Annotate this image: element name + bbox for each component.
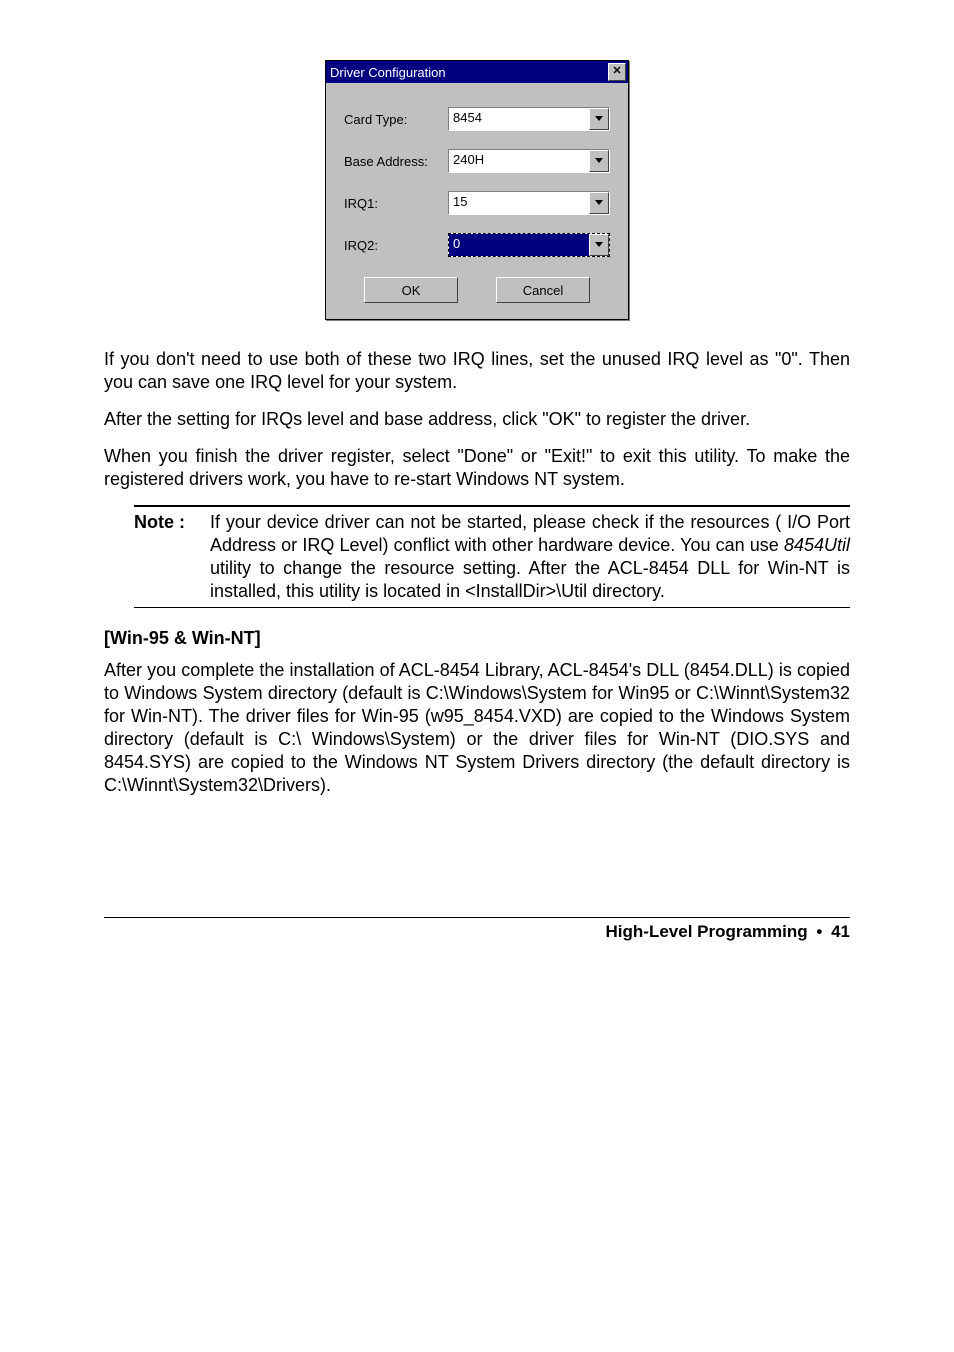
chevron-down-icon[interactable] [589, 150, 609, 172]
cancel-button[interactable]: Cancel [496, 277, 590, 303]
base-address-label: Base Address: [344, 154, 448, 169]
irq2-select[interactable]: 0 [448, 233, 610, 257]
card-type-select[interactable]: 8454 [448, 107, 610, 131]
paragraph-4: After you complete the installation of A… [104, 659, 850, 797]
note-box: Note : If your device driver can not be … [134, 505, 850, 608]
irq2-value: 0 [449, 234, 589, 256]
base-address-select[interactable]: 240H [448, 149, 610, 173]
irq1-value: 15 [449, 192, 589, 214]
paragraph-2: After the setting for IRQs level and bas… [104, 408, 850, 431]
irq2-label: IRQ2: [344, 238, 448, 253]
ok-button[interactable]: OK [364, 277, 458, 303]
base-address-value: 240H [449, 150, 589, 172]
chevron-down-icon[interactable] [589, 108, 609, 130]
dialog-title: Driver Configuration [330, 65, 446, 80]
irq1-label: IRQ1: [344, 196, 448, 211]
card-type-label: Card Type: [344, 112, 448, 127]
subheading-win95-winnt: [Win-95 & Win-NT] [104, 628, 850, 649]
dialog-titlebar: Driver Configuration ✕ [326, 61, 628, 83]
card-type-value: 8454 [449, 108, 589, 130]
note-label: Note : [134, 511, 210, 603]
paragraph-1: If you don't need to use both of these t… [104, 348, 850, 394]
page-footer: High-Level Programming • 41 [104, 918, 850, 942]
chevron-down-icon[interactable] [589, 234, 609, 256]
paragraph-3: When you finish the driver register, sel… [104, 445, 850, 491]
close-icon[interactable]: ✕ [608, 63, 626, 81]
footer-page-number: 41 [831, 922, 850, 941]
footer-section: High-Level Programming [606, 922, 808, 941]
chevron-down-icon[interactable] [589, 192, 609, 214]
footer-bullet: • [812, 922, 826, 941]
driver-config-dialog: Driver Configuration ✕ Card Type: 8454 B… [325, 60, 629, 320]
irq1-select[interactable]: 15 [448, 191, 610, 215]
note-text: If your device driver can not be started… [210, 511, 850, 603]
